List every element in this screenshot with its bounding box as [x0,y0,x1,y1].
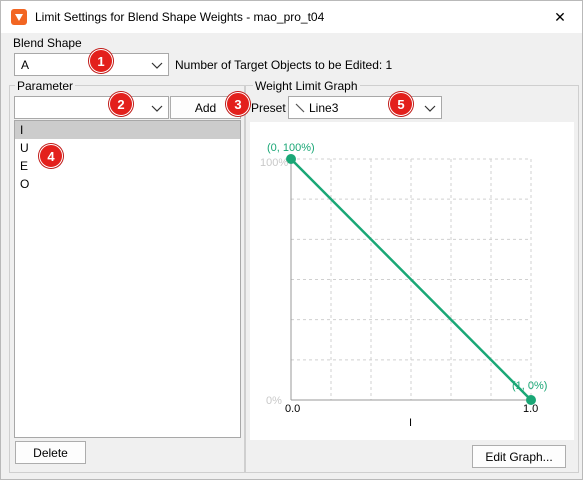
parameter-select[interactable] [14,96,169,119]
blend-shape-selected-value: A [21,58,30,72]
x-axis-left-tick-label: 0.0 [285,403,301,415]
target-count-text: Number of Target Objects to be Edited: 1 [175,58,393,72]
preset-select[interactable]: Line3 [288,96,442,119]
chevron-down-icon [151,62,163,69]
point-end-label: (1, 0%) [512,380,548,392]
weight-limit-graph-group-label: Weight Limit Graph [253,79,360,93]
annotation-badge: 4 [39,144,63,168]
y-axis-top-label: 100% [260,157,289,169]
x-axis-right-tick-label: 1.0 [523,403,539,415]
annotation-badge: 3 [226,92,250,116]
edit-graph-button[interactable]: Edit Graph... [472,445,566,468]
close-button[interactable]: ✕ [539,1,581,33]
line-preset-icon [295,103,305,113]
y-axis-bottom-label: 0% [266,395,282,407]
annotation-badge: 5 [389,92,413,116]
window-title: Limit Settings for Blend Shape Weights -… [35,10,325,24]
point-start-label: (0, 100%) [267,142,315,154]
list-item[interactable]: O [15,175,240,193]
blend-shape-group-label: Blend Shape [13,36,82,50]
chevron-down-icon [151,105,163,112]
annotation-badge: 2 [109,92,133,116]
annotation-badge: 1 [89,49,113,73]
preset-label: Preset [251,101,286,115]
close-icon: ✕ [554,8,566,25]
title-bar: Limit Settings for Blend Shape Weights -… [1,1,582,33]
dialog-window: Limit Settings for Blend Shape Weights -… [0,0,583,480]
chevron-down-icon [424,105,436,112]
app-logo-icon [11,9,27,25]
x-axis-label: I [409,417,413,429]
graph-canvas [286,154,536,405]
preset-selected-value: Line3 [309,101,339,115]
weight-limit-graph[interactable]: 100% 0% 0.0 1.0 I (0, 100%) (1, 0%) [250,122,574,440]
delete-button[interactable]: Delete [15,441,86,464]
list-item[interactable]: I [15,121,240,139]
parameter-group-label: Parameter [15,79,76,93]
